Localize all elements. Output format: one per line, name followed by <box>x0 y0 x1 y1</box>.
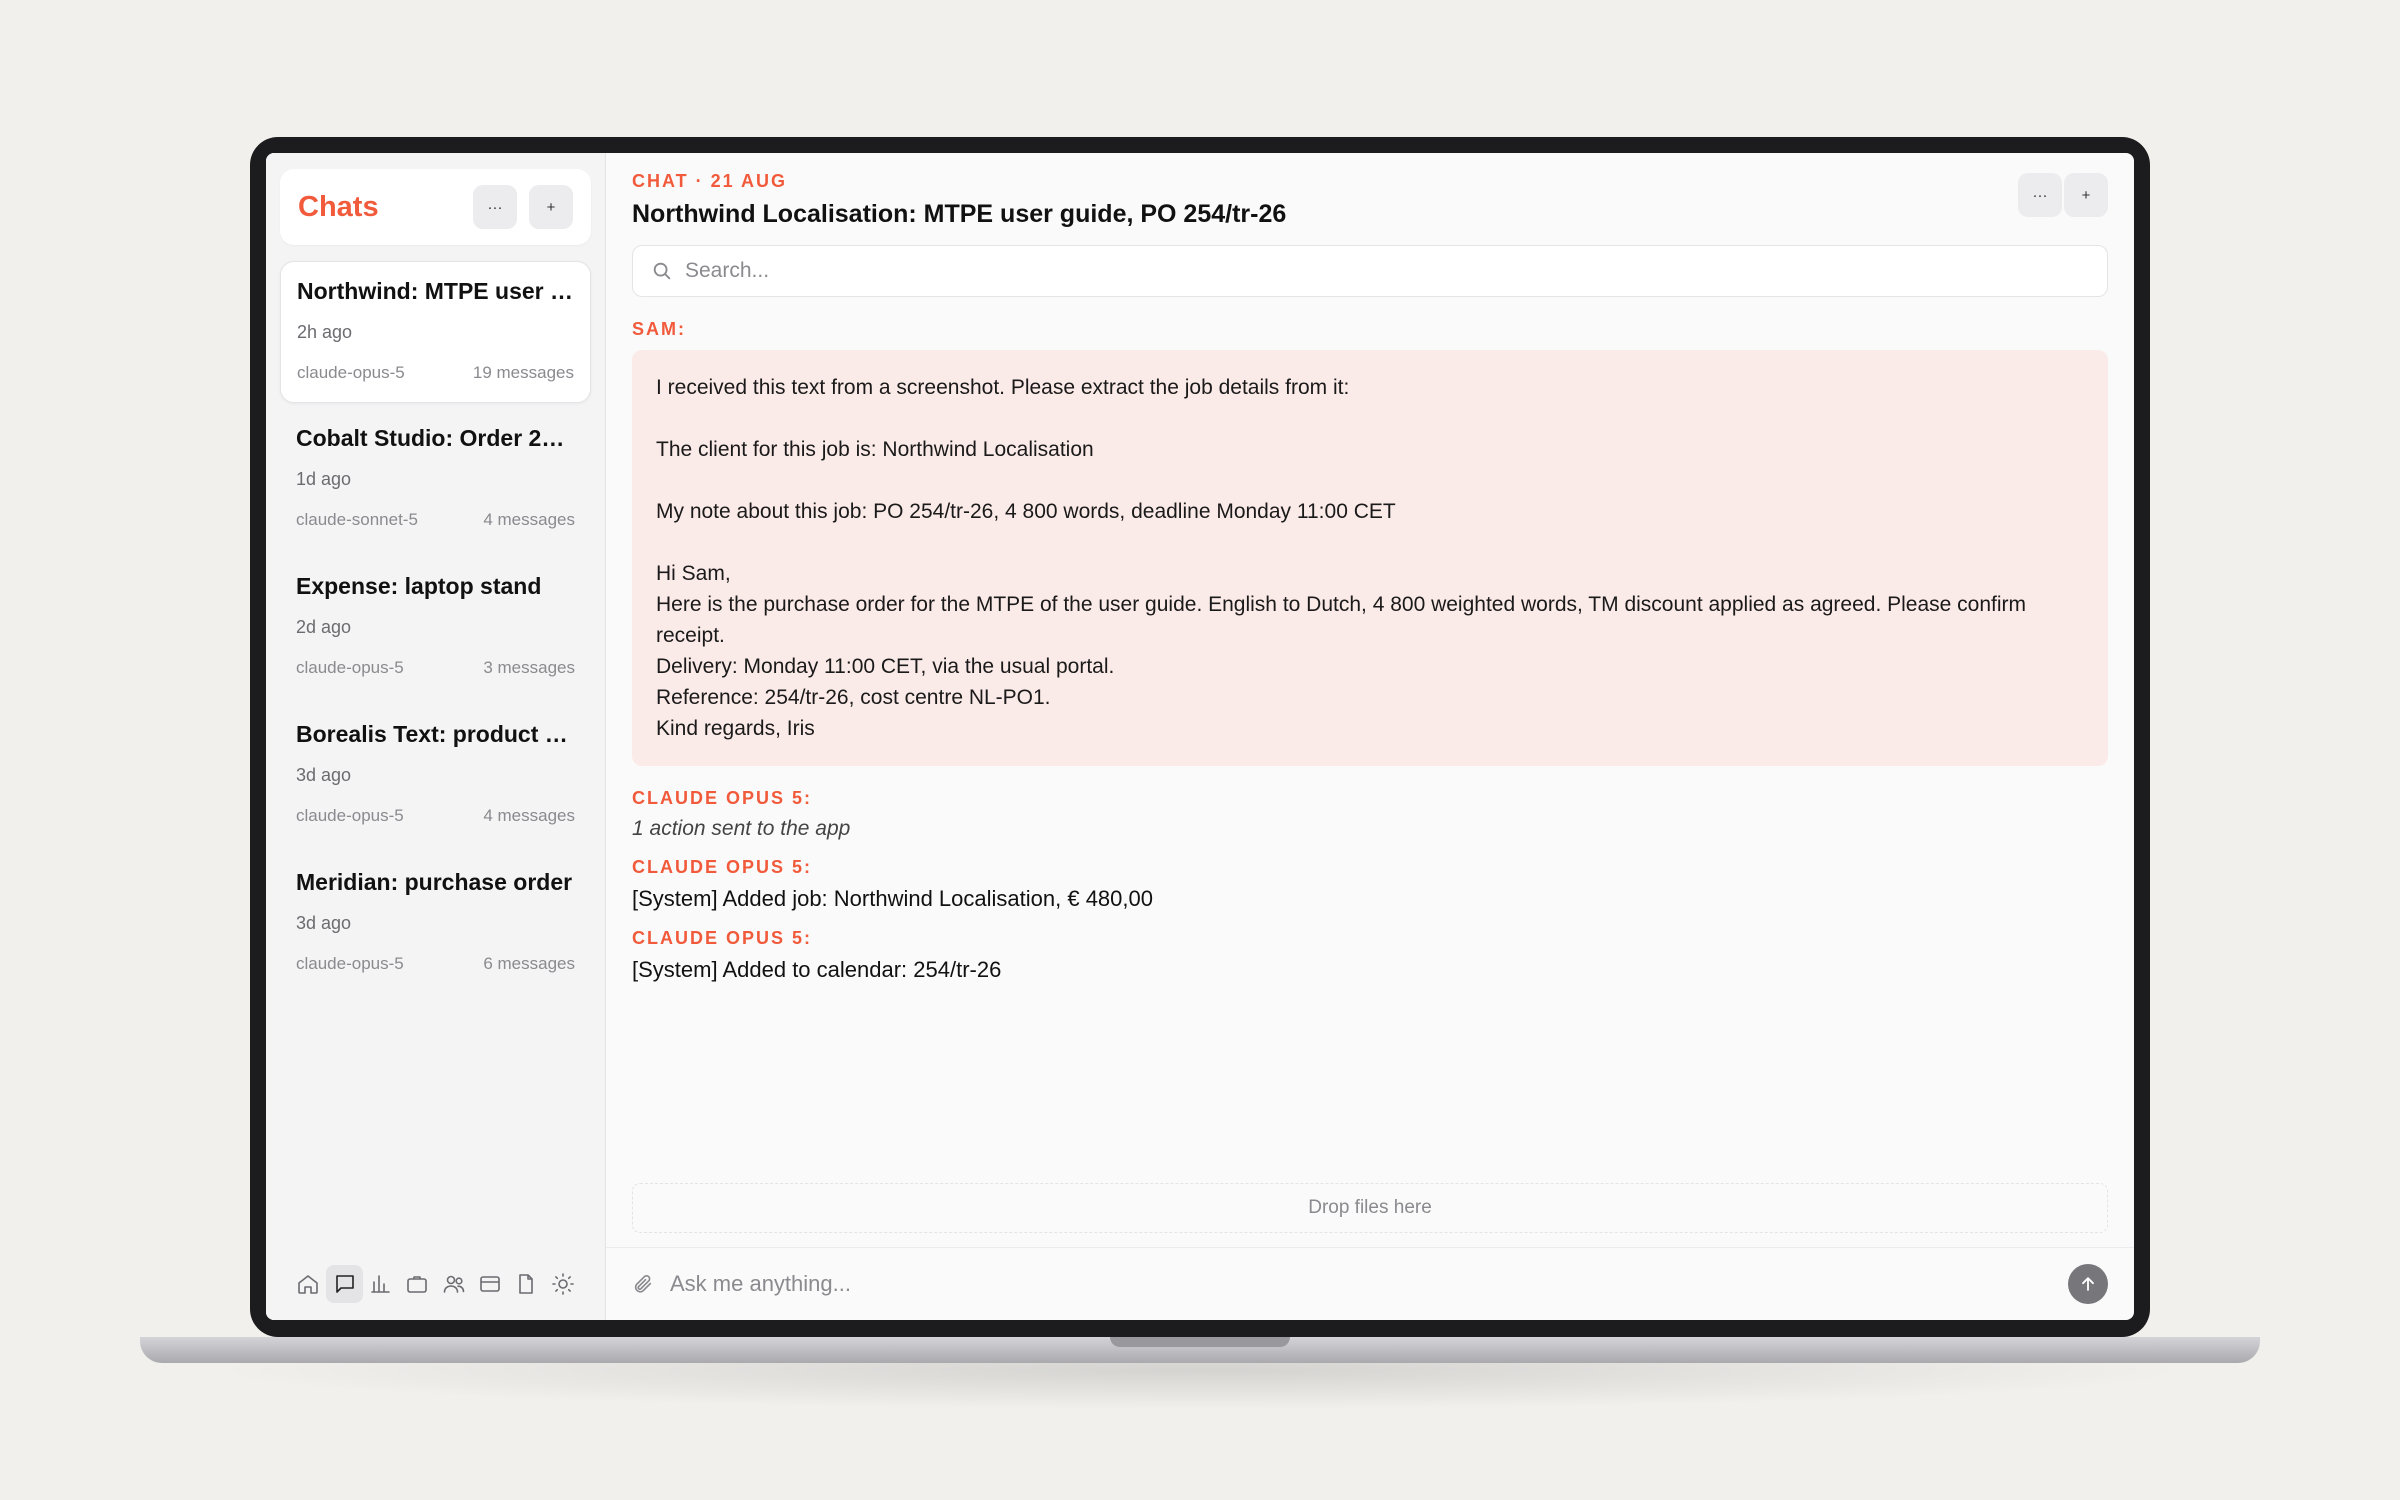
laptop-notch <box>1110 1337 1290 1347</box>
arrow-up-icon <box>2082 1277 2094 1291</box>
chat-item-time: 3d ago <box>296 913 352 933</box>
chat-title: Northwind Localisation: MTPE user guide,… <box>632 200 1287 228</box>
chat-item-model: claude-opus-5 <box>296 954 404 973</box>
chat-item-count: 19 messages <box>472 363 574 382</box>
chat-item-time: 2d ago <box>296 617 352 637</box>
new-chat-button[interactable]: + <box>529 185 573 229</box>
chat-item-meta: claude-opus-5 6 messages <box>296 954 575 974</box>
chat-item-title: Cobalt Studio: Order 2671 <box>296 425 575 451</box>
chat-item-title: Expense: laptop stand <box>296 573 542 599</box>
chat-item-count: 6 messages <box>483 954 575 973</box>
chat-item-title: Meridian: purchase order <box>296 869 573 895</box>
assistant-system-message: [System] Added job: Northwind Localisati… <box>632 886 1153 911</box>
chat-icon[interactable] <box>326 1265 363 1303</box>
message-line <box>656 527 2084 558</box>
message-line: I received this text from a screenshot. … <box>656 376 1350 399</box>
chat-list-item[interactable]: Borealis Text: product translation 3d ag… <box>280 705 591 847</box>
message-line: Reference: 254/tr-26, cost centre NL-PO1… <box>656 686 1051 709</box>
message-line: Here is the purchase order for the MTPE … <box>656 593 2027 647</box>
chat-item-model: claude-opus-5 <box>296 658 404 677</box>
chart-icon[interactable] <box>363 1265 399 1303</box>
chat-item-meta: claude-opus-5 3 messages <box>296 658 575 678</box>
composer <box>606 1247 2134 1320</box>
message-input[interactable] <box>670 1271 2068 1297</box>
message-line <box>656 403 2084 434</box>
sidebar-header: Chats ··· + <box>280 169 591 245</box>
message-line <box>656 465 2084 496</box>
bottom-nav <box>280 1262 591 1306</box>
chat-item-time: 2h ago <box>297 322 353 342</box>
file-drop-zone[interactable]: Drop files here <box>632 1183 2108 1233</box>
chat-list-item[interactable]: Meridian: purchase order 3d ago claude-o… <box>280 853 591 995</box>
chat-list-item[interactable]: Northwind: MTPE user guide, PO 254/tr-26… <box>280 261 591 403</box>
document-icon[interactable] <box>508 1265 544 1303</box>
paperclip-icon[interactable] <box>632 1273 654 1295</box>
chat-item-model: claude-opus-5 <box>296 806 404 825</box>
chat-panel: CHAT · 21 AUG Northwind Localisation: MT… <box>606 153 2134 1320</box>
search-bar <box>632 245 2108 297</box>
chat-item-title: Northwind: MTPE user guide, PO 254/tr-26 <box>297 278 574 304</box>
search-icon <box>653 262 671 280</box>
chat-item-model: claude-opus-5 <box>297 363 405 382</box>
sidebar-title: Chats <box>298 190 379 223</box>
chat-item-time: 3d ago <box>296 765 352 785</box>
chat-list-item[interactable]: Expense: laptop stand 2d ago claude-opus… <box>280 557 591 699</box>
chat-list-item[interactable]: Cobalt Studio: Order 2671 1d ago claude-… <box>280 409 591 551</box>
chat-item-meta: claude-sonnet-5 4 messages <box>296 510 575 530</box>
assistant-system-message: [System] Added to calendar: 254/tr-26 <box>632 957 1002 982</box>
chat-new-button[interactable]: + <box>2064 173 2108 217</box>
chat-more-button[interactable]: ··· <box>2018 173 2062 217</box>
message-line: Delivery: Monday 11:00 CET, via the usua… <box>656 655 1115 678</box>
card-icon[interactable] <box>472 1265 508 1303</box>
assistant-action-note: 1 action sent to the app <box>632 817 851 840</box>
chat-actions: ··· + <box>2018 173 2108 217</box>
more-options-button[interactable]: ··· <box>473 185 517 229</box>
home-icon[interactable] <box>290 1265 326 1303</box>
send-button[interactable] <box>2068 1264 2108 1304</box>
message-line: Kind regards, Iris <box>656 717 815 740</box>
chat-date-label: CHAT · 21 AUG <box>632 171 788 191</box>
message-author: CLAUDE OPUS 5: <box>632 857 813 877</box>
chat-item-meta: claude-opus-5 4 messages <box>296 806 575 826</box>
search-input[interactable] <box>685 259 2089 283</box>
chat-item-count: 4 messages <box>483 806 575 825</box>
message-author: CLAUDE OPUS 5: <box>632 788 813 808</box>
chat-item-count: 4 messages <box>483 510 575 529</box>
chat-item-count: 3 messages <box>483 658 575 677</box>
sun-icon[interactable] <box>545 1265 581 1303</box>
chat-item-time: 1d ago <box>296 469 352 489</box>
chat-item-title: Borealis Text: product translation <box>296 721 575 747</box>
chat-item-model: claude-sonnet-5 <box>296 510 418 529</box>
chat-item-meta: claude-opus-5 19 messages <box>297 363 574 383</box>
message-line: My note about this job: PO 254/tr-26, 4 … <box>656 500 1396 523</box>
user-message-bubble: I received this text from a screenshot. … <box>632 350 2108 766</box>
message-author: CLAUDE OPUS 5: <box>632 928 813 948</box>
app-window: Chats ··· + Northwind: MTPE user guide, … <box>266 153 2134 1320</box>
sidebar: Chats ··· + Northwind: MTPE user guide, … <box>266 153 606 1320</box>
users-icon[interactable] <box>436 1265 472 1303</box>
briefcase-icon[interactable] <box>399 1265 435 1303</box>
message-line: The client for this job is: Northwind Lo… <box>656 438 1094 461</box>
message-line: Hi Sam, <box>656 562 731 585</box>
message-author: SAM: <box>632 319 686 339</box>
chat-list: Northwind: MTPE user guide, PO 254/tr-26… <box>280 261 591 995</box>
